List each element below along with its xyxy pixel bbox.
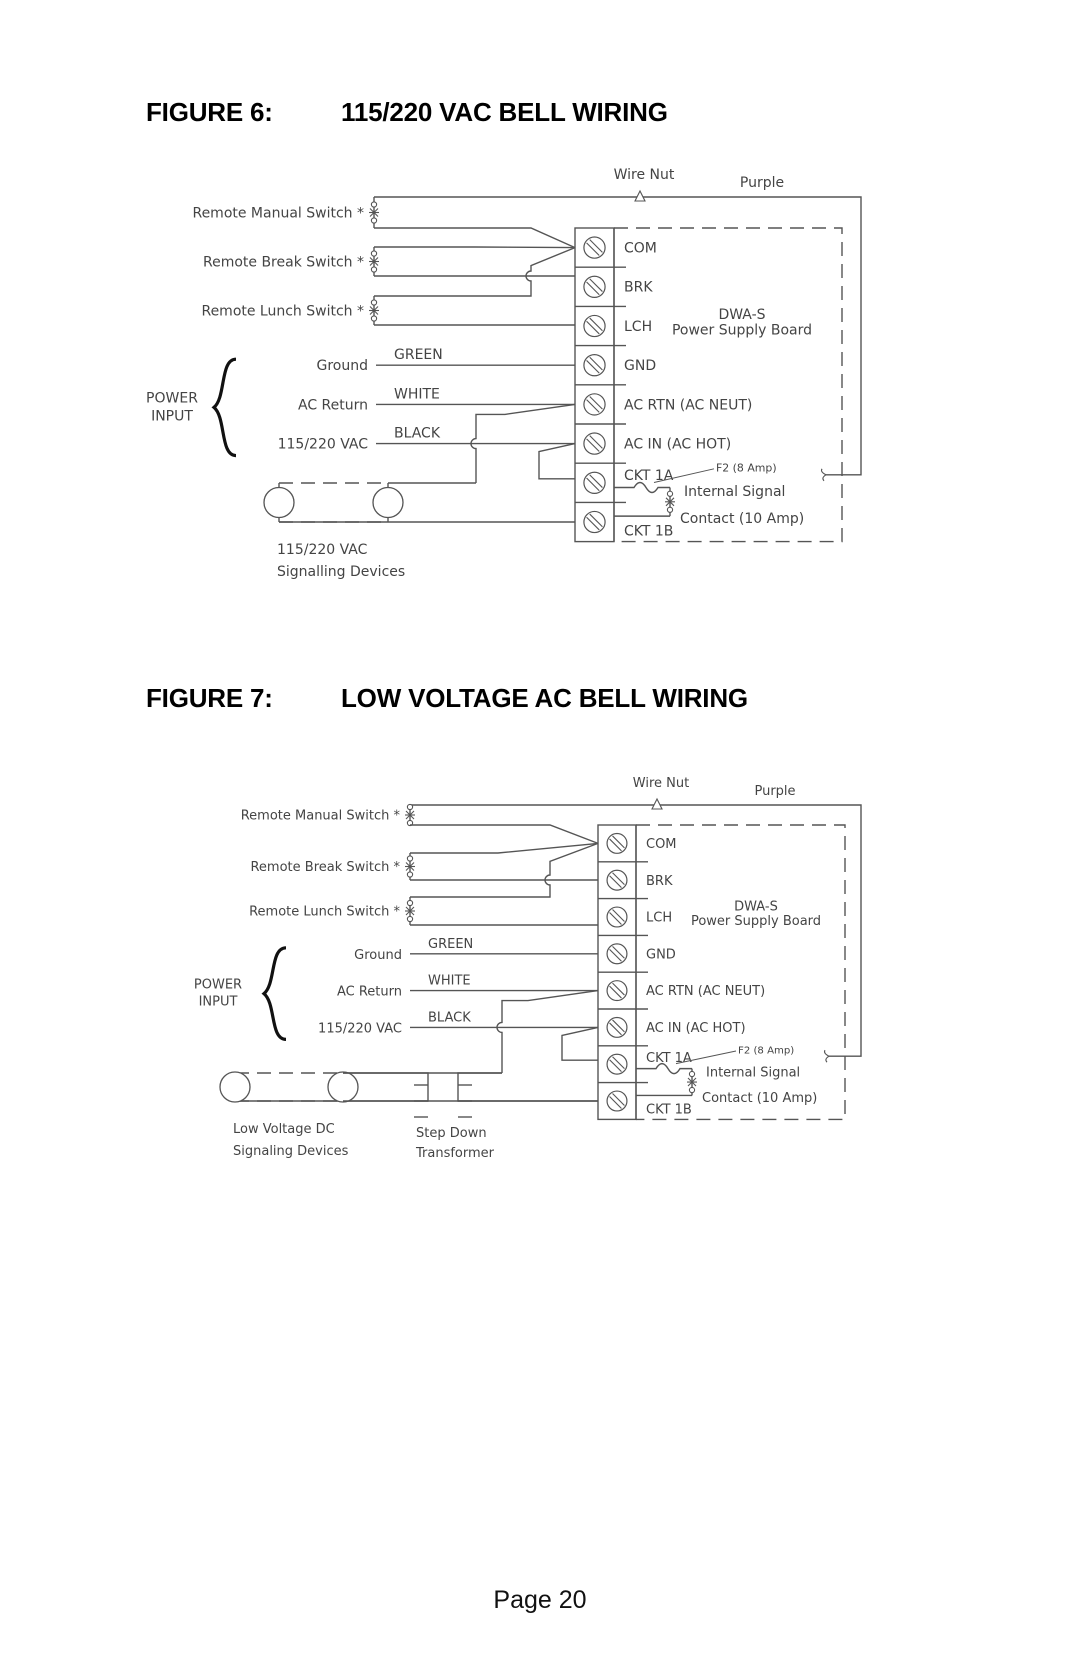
signalling-device-icon	[219, 1071, 251, 1103]
page-number: Page 20	[493, 1586, 587, 1614]
terminal-screw-icon	[606, 906, 628, 928]
internal-contact-label: Contact (10 Amp)	[702, 1091, 817, 1106]
switch-contact-icon	[688, 1086, 696, 1094]
terminal-screw-icon	[606, 832, 628, 854]
transformer-label: Step Down	[416, 1126, 487, 1141]
purple-wire-label: Purple	[754, 784, 795, 799]
power-input-label: INPUT	[199, 995, 238, 1010]
ac-return-label: AC Return	[337, 985, 402, 1000]
curly-brace-icon	[261, 946, 287, 1041]
terminal-label: AC RTN (AC NEUT)	[646, 984, 765, 999]
purple-wire-end-icon	[823, 1049, 830, 1063]
remote-switch-label: Remote Manual Switch *	[241, 809, 401, 824]
ground-label: Ground	[354, 948, 402, 963]
board-name-label: Power Supply Board	[691, 914, 821, 929]
switch-contact-icon	[406, 899, 414, 907]
fuse-label: F2 (8 Amp)	[738, 1046, 794, 1057]
vac-input-label: 115/220 VAC	[318, 1021, 402, 1036]
signalling-device-icon	[327, 1071, 359, 1103]
terminal-screw-icon	[606, 869, 628, 891]
switch-contact-icon	[406, 855, 414, 862]
power-input-label: POWER	[194, 978, 242, 993]
board-model-label: DWA-S	[734, 899, 778, 914]
green-wire-label: GREEN	[428, 937, 473, 952]
terminal-label: BRK	[646, 874, 673, 889]
switch-contact-icon	[406, 915, 414, 923]
terminal-screw-icon	[606, 1016, 628, 1038]
terminal-label: AC IN (AC HOT)	[646, 1021, 746, 1036]
terminal-label: GND	[646, 947, 676, 962]
terminal-label: LCH	[646, 911, 672, 926]
devices-label: Low Voltage DC	[233, 1122, 335, 1137]
remote-switch-label: Remote Break Switch *	[250, 860, 400, 875]
remote-switch-label: Remote Lunch Switch *	[249, 905, 400, 920]
wire-nut-label: Wire Nut	[633, 776, 689, 791]
devices-label: Signaling Devices	[233, 1144, 349, 1159]
switch-contact-icon	[406, 803, 414, 811]
manual-switch-wire	[410, 824, 599, 845]
terminal-screw-icon	[606, 1090, 628, 1112]
wire-nut-icon	[651, 797, 663, 810]
terminal-label: CKT 1B	[646, 1102, 692, 1117]
terminal-screw-icon	[606, 943, 628, 965]
hot-jumper-wire	[561, 1026, 599, 1061]
black-wire-label: BLACK	[428, 1010, 471, 1025]
white-wire-label: WHITE	[428, 974, 471, 989]
internal-contact-label: Internal Signal	[706, 1065, 800, 1080]
switch-contact-icon	[406, 871, 414, 878]
switch-contact-icon	[688, 1070, 696, 1078]
transformer-primary-wire	[457, 1072, 598, 1102]
figure-7-wiring-diagram: COM BRK LCH GND AC RTN (AC NEUT) AC IN (AC HO…	[194, 776, 862, 1161]
terminal-screw-icon	[606, 980, 628, 1002]
transformer-label: Transformer	[415, 1146, 495, 1161]
terminal-screw-icon	[606, 1053, 628, 1075]
terminal-label: COM	[646, 837, 677, 852]
terminal-label: CKT 1A	[646, 1051, 692, 1066]
break-common-wire	[410, 842, 599, 854]
lunch-common-wire	[410, 842, 599, 898]
